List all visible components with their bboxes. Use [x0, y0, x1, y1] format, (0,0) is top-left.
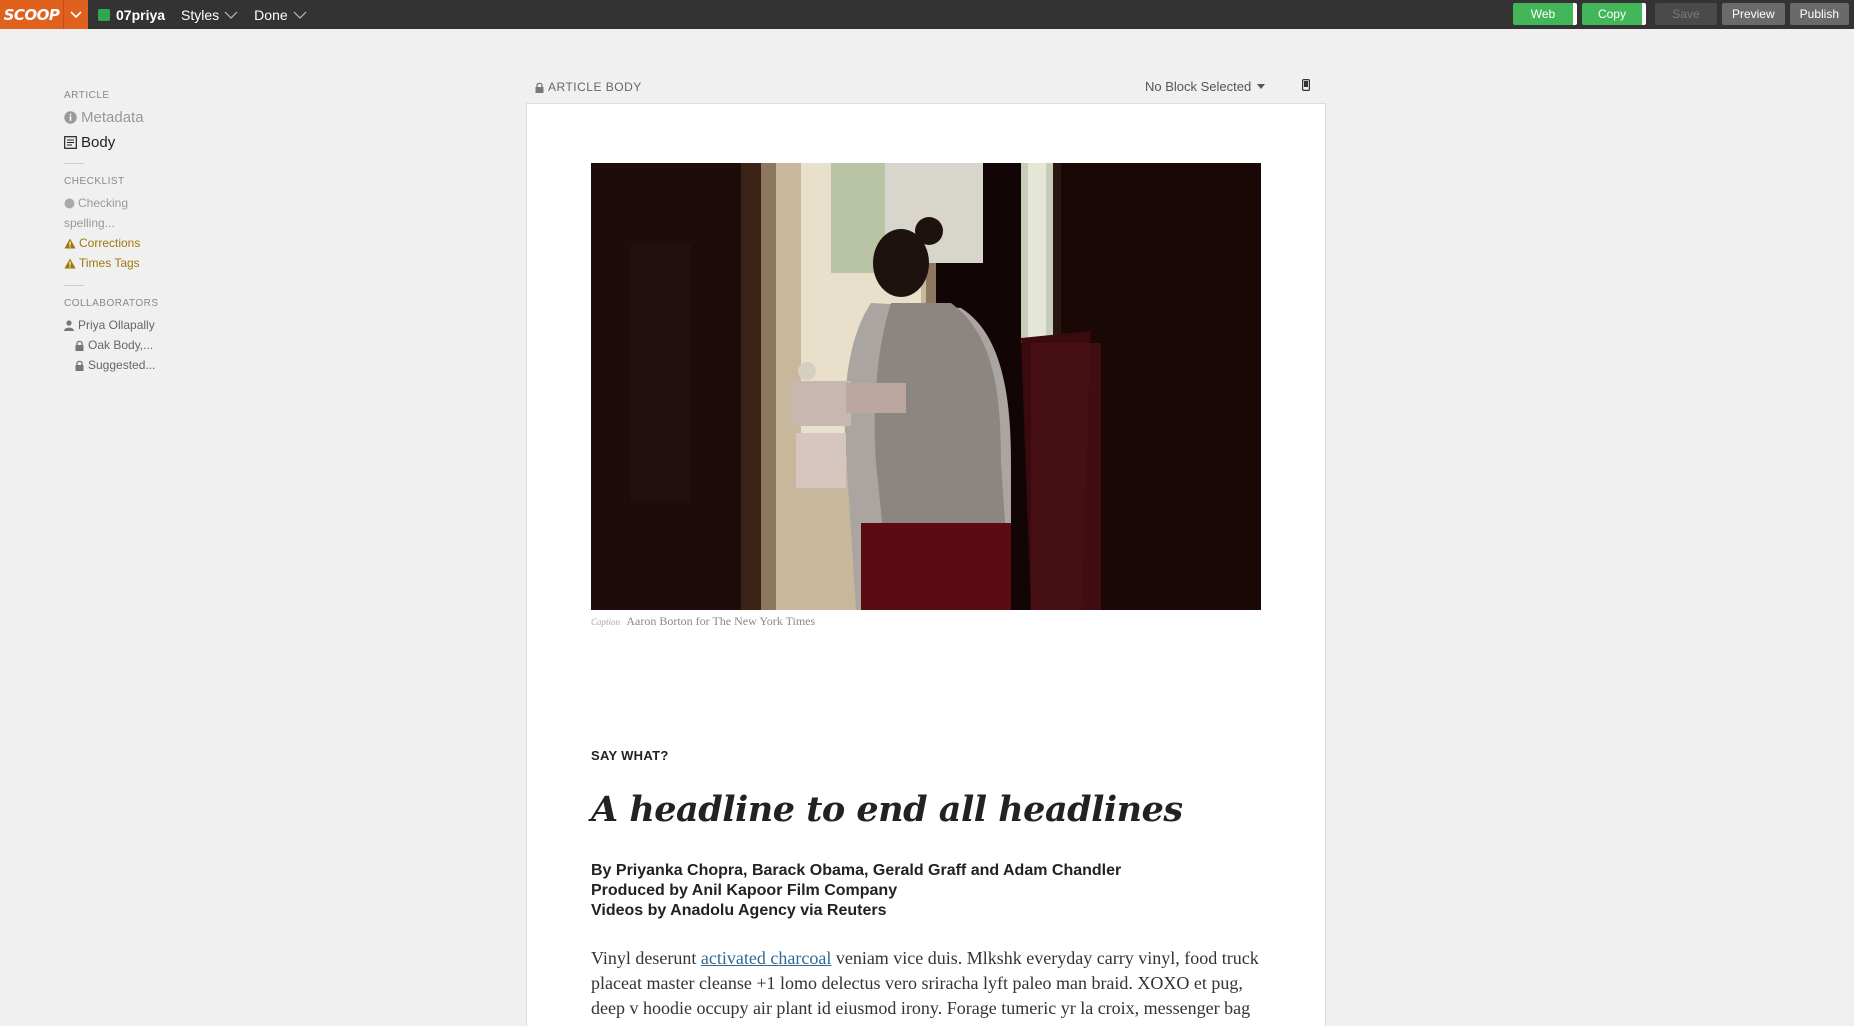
- user-name: 07priya: [116, 6, 166, 23]
- top-toolbar: SCOOP 07priya Styles Done Web Copy Save …: [0, 0, 1854, 29]
- checklist: Checking spelling... Corrections Times T…: [64, 193, 184, 273]
- checking-label-cont: spelling...: [64, 216, 115, 230]
- photo-image: [591, 163, 1261, 610]
- lock-icon: [75, 360, 84, 371]
- chevron-down-icon: [224, 11, 238, 19]
- lock-icon: [535, 82, 544, 93]
- locked-block-label: Suggested...: [88, 358, 156, 372]
- checklist-item-times-tags[interactable]: Times Tags: [64, 253, 184, 273]
- document-icon: [64, 136, 77, 149]
- logo-text: SCOOP: [3, 5, 60, 24]
- block-selector-dropdown[interactable]: No Block Selected: [1145, 79, 1266, 94]
- collaborators-list: Priya Ollapally Oak Body,... Suggested..…: [64, 315, 184, 375]
- article-canvas[interactable]: Caption Aaron Borton for The New York Ti…: [526, 103, 1326, 1026]
- article-byline[interactable]: By Priyanka Chopra, Barack Obama, Gerald…: [591, 861, 1121, 921]
- article-photo[interactable]: [591, 163, 1261, 610]
- times-tags-label: Times Tags: [79, 256, 140, 270]
- photo-caption[interactable]: Caption Aaron Borton for The New York Ti…: [591, 614, 815, 629]
- styles-menu-label: Styles: [181, 6, 220, 23]
- checklist-section-title: CHECKLIST: [64, 176, 125, 187]
- sidebar-item-metadata[interactable]: Metadata: [64, 109, 184, 126]
- locked-block-label: Oak Body,...: [88, 338, 154, 352]
- publish-button[interactable]: Publish: [1789, 3, 1849, 25]
- byline-line: By Priyanka Chopra, Barack Obama, Gerald…: [591, 862, 1122, 879]
- warning-icon: [64, 258, 76, 268]
- divider: [64, 163, 84, 164]
- divider: [64, 285, 84, 286]
- collaborators-section-title: COLLABORATORS: [64, 298, 159, 309]
- article-kicker[interactable]: SAY WHAT?: [591, 748, 669, 763]
- user-indicator: 07priya: [98, 7, 165, 23]
- web-button[interactable]: Web: [1512, 3, 1577, 25]
- article-body-label: ARTICLE BODY: [535, 80, 642, 94]
- action-buttons: Web Copy Save Preview Publish: [1512, 3, 1854, 25]
- inline-link[interactable]: activated charcoal: [701, 948, 831, 968]
- chevron-down-icon: [70, 10, 82, 18]
- block-selector-label: No Block Selected: [1145, 79, 1252, 94]
- locked-block-item[interactable]: Oak Body,...: [64, 335, 184, 355]
- preview-button[interactable]: Preview: [1721, 3, 1785, 25]
- article-paragraph[interactable]: Vinyl deserunt activated charcoal veniam…: [591, 946, 1263, 1021]
- save-button[interactable]: Save: [1654, 3, 1717, 25]
- chevron-down-icon: [293, 11, 307, 19]
- warning-icon: [64, 238, 76, 248]
- lock-icon: [75, 340, 84, 351]
- status-dot-icon: [98, 8, 110, 21]
- app-menu-button[interactable]: [63, 0, 88, 29]
- body-label: Body: [81, 134, 116, 151]
- locked-block-item[interactable]: Suggested...: [64, 355, 184, 375]
- scoop-logo[interactable]: SCOOP: [0, 0, 63, 29]
- sidebar: ARTICLE Metadata Body CHECKLIST Checking…: [64, 90, 184, 375]
- collaborator-name: Priya Ollapally: [78, 318, 155, 332]
- checking-label: Checking: [78, 196, 129, 210]
- checklist-item-spelling[interactable]: Checking: [64, 193, 184, 213]
- styles-menu[interactable]: Styles: [181, 7, 238, 23]
- collaborator-item[interactable]: Priya Ollapally: [64, 315, 184, 335]
- article-body-text: ARTICLE BODY: [548, 80, 642, 94]
- info-icon: [64, 111, 77, 124]
- corrections-label: Corrections: [79, 236, 141, 250]
- caption-tag: Caption: [591, 617, 621, 627]
- sidebar-item-body[interactable]: Body: [64, 134, 184, 151]
- paragraph-text: Vinyl deserunt: [591, 948, 701, 968]
- done-menu-label: Done: [254, 6, 288, 23]
- article-section-title: ARTICLE: [64, 90, 110, 101]
- checklist-item-corrections[interactable]: Corrections: [64, 233, 184, 253]
- copy-button[interactable]: Copy: [1581, 3, 1646, 25]
- byline-line: Produced by Anil Kapoor Film Company: [591, 882, 898, 899]
- user-icon: [64, 319, 74, 331]
- caption-text: Aaron Borton for The New York Times: [626, 614, 816, 628]
- caret-down-icon: [1257, 84, 1266, 89]
- done-menu[interactable]: Done: [254, 6, 307, 23]
- metadata-label: Metadata: [81, 109, 144, 126]
- mobile-preview-icon[interactable]: [1302, 79, 1310, 91]
- byline-line: Videos by Anadolu Agency via Reuters: [591, 902, 887, 919]
- spinner-icon: [64, 198, 75, 208]
- article-headline[interactable]: A headline to end all headlines: [591, 789, 1183, 830]
